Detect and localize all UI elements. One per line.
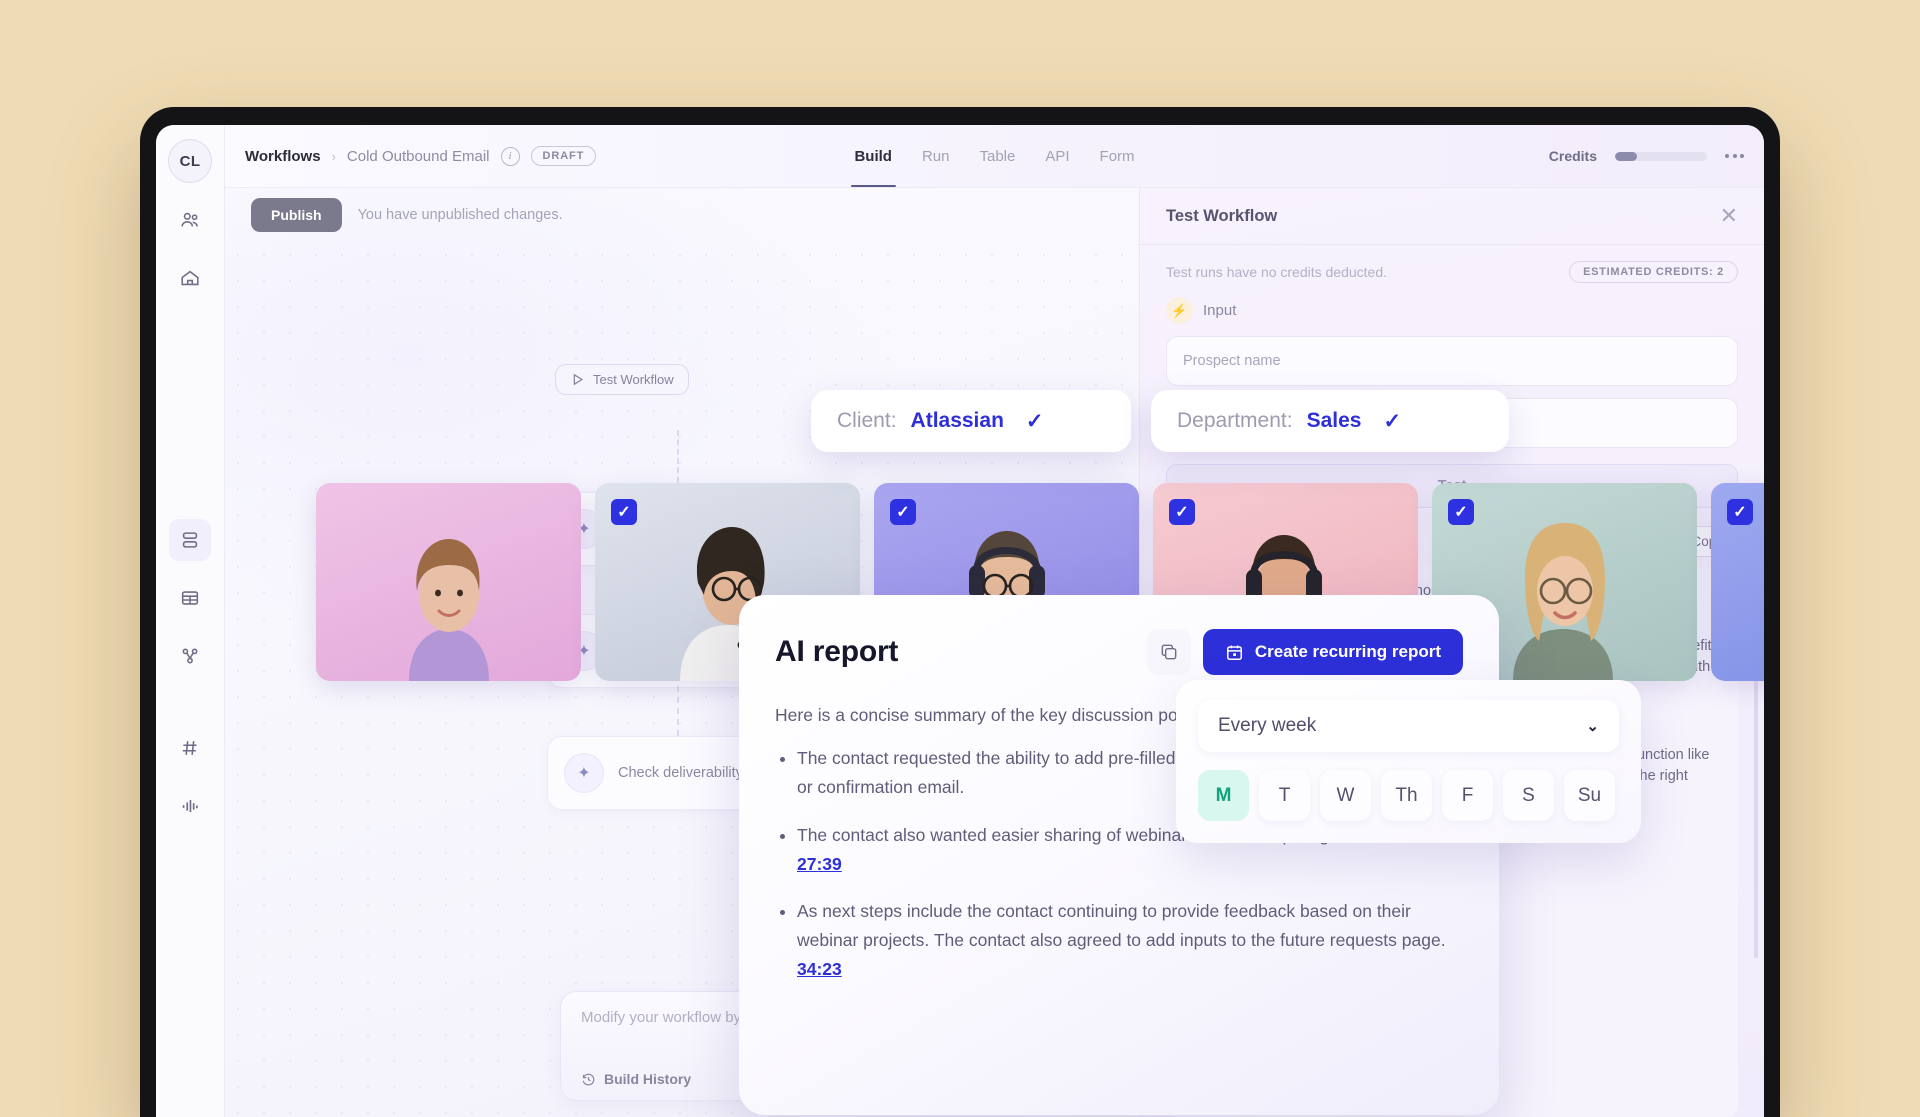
- sidebar-item-channels[interactable]: [169, 727, 211, 769]
- create-recurring-report-label: Create recurring report: [1255, 642, 1441, 662]
- sidebar-item-people[interactable]: [169, 199, 211, 241]
- ai-report-header: AI report Create rec: [775, 629, 1463, 675]
- build-history-button[interactable]: Build History: [581, 1071, 691, 1087]
- test-panel-title: Test Workflow: [1166, 207, 1277, 226]
- day-option-s[interactable]: S: [1503, 770, 1554, 821]
- pill-department[interactable]: Department: Sales ✓: [1151, 390, 1509, 452]
- ai-report-actions: Create recurring report: [1147, 629, 1463, 675]
- avatar[interactable]: CL: [168, 139, 212, 183]
- bullet-text: As next steps include the contact contin…: [797, 901, 1446, 950]
- tab-build[interactable]: Build: [854, 125, 892, 187]
- pill-client[interactable]: Client: Atlassian ✓: [811, 390, 1131, 452]
- publish-button[interactable]: Publish: [251, 198, 342, 232]
- result-scrollbar[interactable]: [1754, 658, 1758, 958]
- copy-icon: [1159, 642, 1179, 662]
- day-option-t[interactable]: T: [1259, 770, 1310, 821]
- create-recurring-report-button[interactable]: Create recurring report: [1203, 629, 1463, 675]
- estimated-credits-badge: ESTIMATED CREDITS: 2: [1569, 261, 1738, 283]
- test-panel-header: Test Workflow ✕: [1140, 188, 1764, 245]
- day-option-f[interactable]: F: [1442, 770, 1493, 821]
- canvas-start-node[interactable]: Test Workflow: [555, 364, 689, 395]
- test-input-field-1[interactable]: Prospect name: [1166, 336, 1738, 386]
- test-panel-note: Test runs have no credits deducted.: [1166, 264, 1387, 280]
- list-item: As next steps include the contact contin…: [797, 897, 1463, 984]
- sparkle-icon: ✦: [564, 753, 604, 793]
- pill-value: Atlassian: [911, 409, 1004, 433]
- top-bar: Workflows › Cold Outbound Email i DRAFT …: [225, 125, 1764, 188]
- home-icon: [179, 267, 201, 289]
- breadcrumb-separator: ›: [332, 149, 336, 164]
- day-option-th[interactable]: Th: [1381, 770, 1432, 821]
- input-section-label: Input: [1203, 302, 1236, 319]
- laptop-screen: CL: [156, 125, 1764, 1117]
- timestamp-link[interactable]: 34:23: [797, 959, 842, 979]
- page-title: AI report: [775, 635, 898, 669]
- timestamp-link[interactable]: 27:39: [797, 854, 842, 874]
- check-icon: ✓: [1383, 409, 1401, 434]
- canvas-start-label: Test Workflow: [593, 372, 674, 387]
- canvas-connector-3: [677, 686, 681, 736]
- people-icon: [179, 209, 201, 231]
- tab-run[interactable]: Run: [922, 125, 950, 187]
- credits-progress: [1615, 152, 1707, 161]
- ai-report-card: AI report Create rec: [739, 595, 1499, 1115]
- publish-note: You have unpublished changes.: [358, 207, 563, 223]
- video-tile-participant-1[interactable]: [316, 483, 581, 681]
- close-icon[interactable]: ✕: [1720, 205, 1738, 227]
- credits-label: Credits: [1549, 148, 1597, 164]
- day-option-w[interactable]: W: [1320, 770, 1371, 821]
- play-icon: [570, 372, 585, 387]
- kebab-menu-icon[interactable]: [1725, 154, 1744, 158]
- recurrence-popover: Every week ⌄ M T W Th F S Su: [1176, 680, 1641, 843]
- history-icon: [581, 1072, 596, 1087]
- info-icon[interactable]: i: [501, 147, 520, 166]
- sidebar-item-analytics[interactable]: [169, 785, 211, 827]
- top-bar-right: Credits: [1549, 148, 1744, 164]
- publish-bar: Publish You have unpublished changes.: [225, 188, 1139, 242]
- test-panel-input-section: ⚡ Input: [1140, 289, 1764, 324]
- tab-api[interactable]: API: [1045, 125, 1069, 187]
- chevron-down-icon: ⌄: [1586, 717, 1599, 735]
- canvas-node-label: Check deliverability: [618, 765, 743, 781]
- test-panel-subheader: Test runs have no credits deducted. ESTI…: [1140, 245, 1764, 289]
- laptop-frame: CL: [140, 107, 1780, 1117]
- status-badge: DRAFT: [531, 146, 597, 166]
- pill-value: Sales: [1307, 409, 1362, 433]
- frequency-select[interactable]: Every week ⌄: [1198, 700, 1619, 752]
- lightning-icon: ⚡: [1166, 297, 1193, 324]
- day-option-su[interactable]: Su: [1564, 770, 1615, 821]
- frequency-value: Every week: [1218, 715, 1316, 737]
- breadcrumb-root[interactable]: Workflows: [245, 148, 321, 165]
- day-picker: M T W Th F S Su: [1198, 770, 1619, 821]
- pill-key: Department:: [1177, 409, 1293, 433]
- analytics-icon: [179, 795, 201, 817]
- hash-icon: [179, 737, 201, 759]
- check-icon: ✓: [1026, 409, 1044, 434]
- breadcrumb-current[interactable]: Cold Outbound Email: [347, 148, 490, 165]
- tab-form[interactable]: Form: [1100, 125, 1135, 187]
- sidebar-item-home[interactable]: [169, 257, 211, 299]
- copy-report-button[interactable]: [1147, 629, 1191, 675]
- tab-table[interactable]: Table: [979, 125, 1015, 187]
- credits-progress-fill: [1615, 152, 1637, 161]
- workspace-tabs: Build Run Table API Form: [854, 125, 1134, 187]
- avatar: [349, 483, 549, 681]
- breadcrumb: Workflows › Cold Outbound Email i DRAFT: [245, 146, 596, 166]
- day-option-m[interactable]: M: [1198, 770, 1249, 821]
- pill-key: Client:: [837, 409, 897, 433]
- build-history-label: Build History: [604, 1071, 691, 1087]
- screenshot-stage: CL: [0, 0, 1920, 1080]
- calendar-icon: [1225, 643, 1244, 662]
- avatar: [1744, 483, 1765, 681]
- video-tile-participant-6[interactable]: ✓: [1711, 483, 1764, 681]
